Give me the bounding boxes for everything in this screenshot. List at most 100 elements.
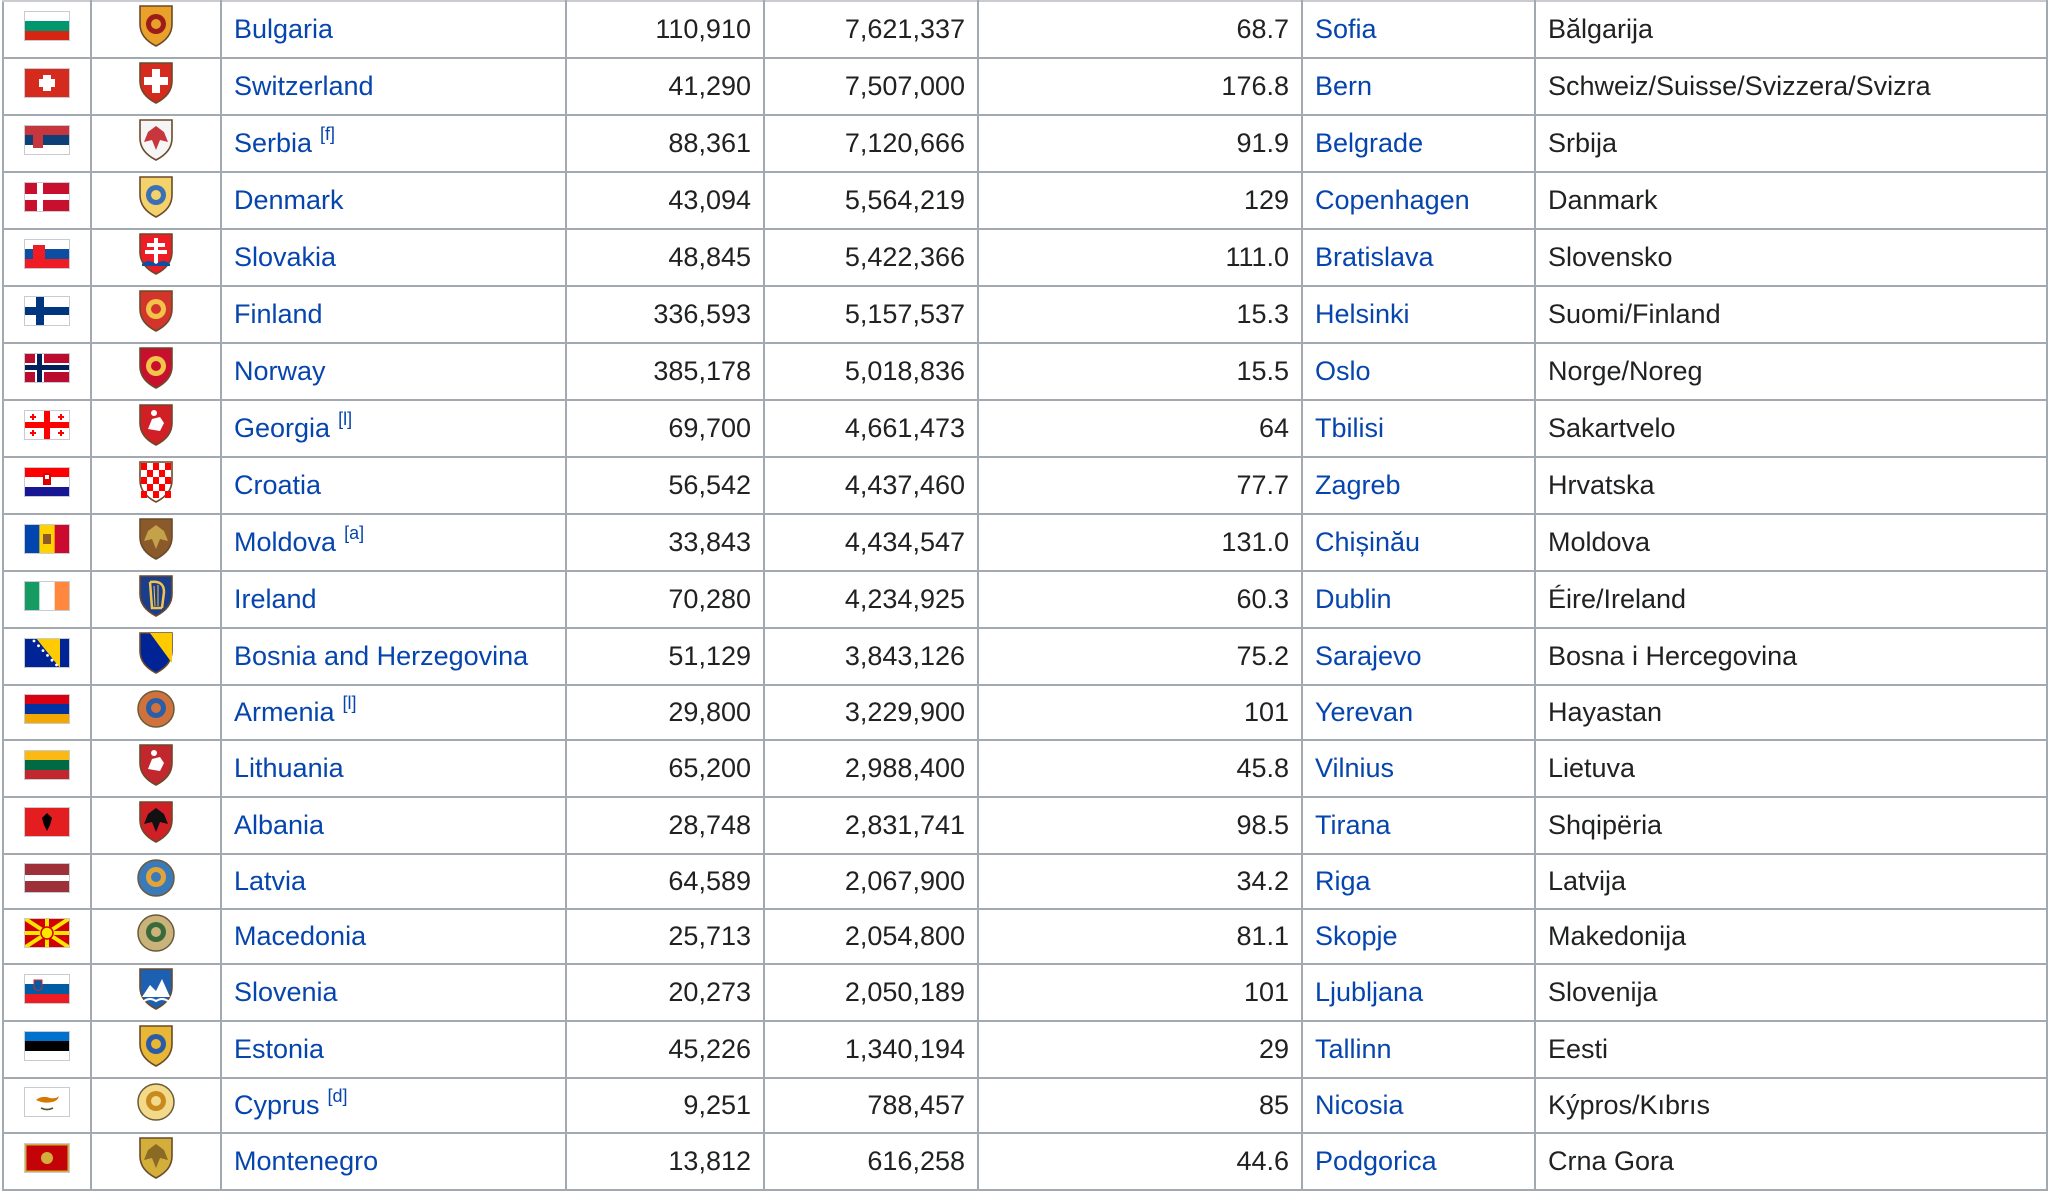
georgia-coat-of-arms-icon[interactable] [133, 402, 179, 455]
cyprus-coat-of-arms-icon[interactable] [133, 1080, 179, 1131]
capital-link[interactable]: Tbilisi [1315, 413, 1384, 443]
moldova-flag-icon[interactable] [24, 524, 71, 561]
switzerland-coat-of-arms-icon[interactable] [133, 60, 179, 113]
capital-link[interactable]: Bern [1315, 71, 1372, 101]
footnote-link[interactable]: [a] [344, 523, 364, 543]
area-cell: 88,361 [565, 114, 765, 173]
estonia-flag-icon[interactable] [24, 1031, 70, 1068]
country-link[interactable]: Denmark [234, 185, 344, 215]
lithuania-coat-of-arms-icon[interactable] [133, 742, 179, 795]
bosnia-coat-of-arms-icon[interactable] [133, 630, 179, 683]
ireland-flag-icon[interactable] [24, 581, 71, 618]
slovenia-flag-icon[interactable] [24, 974, 70, 1011]
country-link[interactable]: Latvia [234, 866, 306, 896]
capital-link[interactable]: Sofia [1315, 14, 1377, 44]
population-cell: 5,564,219 [763, 171, 979, 230]
norway-coat-of-arms-icon[interactable] [133, 345, 179, 398]
capital-link[interactable]: Dublin [1315, 584, 1392, 614]
lithuania-flag-icon[interactable] [24, 750, 70, 787]
croatia-coat-of-arms-icon[interactable] [133, 459, 179, 512]
country-link[interactable]: Estonia [234, 1034, 324, 1064]
latvia-flag-icon[interactable] [24, 863, 70, 900]
footnote-link[interactable]: [l] [343, 693, 357, 713]
serbia-coat-of-arms-icon[interactable] [133, 117, 179, 170]
bulgaria-flag-icon[interactable] [24, 11, 70, 48]
capital-link[interactable]: Helsinki [1315, 299, 1410, 329]
capital-link[interactable]: Vilnius [1315, 753, 1394, 783]
slovakia-coat-of-arms-icon[interactable] [133, 231, 179, 284]
armenia-flag-icon[interactable] [24, 694, 70, 731]
arms-cell [90, 114, 222, 173]
denmark-flag-icon[interactable] [24, 182, 70, 219]
flag-cell [2, 796, 92, 855]
population-cell: 5,422,366 [763, 228, 979, 287]
country-link[interactable]: Macedonia [234, 921, 366, 951]
finland-coat-of-arms-icon[interactable] [133, 288, 179, 341]
cyprus-flag-icon[interactable] [24, 1087, 70, 1124]
country-link[interactable]: Norway [234, 356, 326, 386]
bosnia-flag-icon[interactable] [24, 638, 70, 675]
montenegro-coat-of-arms-icon[interactable] [133, 1135, 179, 1188]
moldova-coat-of-arms-icon[interactable] [133, 516, 179, 569]
croatia-flag-icon[interactable] [24, 467, 70, 504]
population-cell: 3,229,900 [763, 684, 979, 741]
estonia-coat-of-arms-icon[interactable] [133, 1023, 179, 1076]
flag-cell [2, 285, 92, 344]
country-link[interactable]: Croatia [234, 470, 321, 500]
capital-link[interactable]: Tallinn [1315, 1034, 1392, 1064]
macedonia-flag-icon[interactable] [22, 916, 72, 955]
latvia-coat-of-arms-icon[interactable] [133, 856, 179, 907]
footnote-link[interactable]: [d] [328, 1086, 348, 1106]
arms-cell [90, 908, 222, 965]
capital-link[interactable]: Copenhagen [1315, 185, 1470, 215]
georgia-flag-icon[interactable] [24, 410, 70, 447]
country-link[interactable]: Albania [234, 810, 324, 840]
country-link[interactable]: Armenia [234, 697, 335, 727]
albania-flag-icon[interactable] [24, 807, 70, 844]
country-link[interactable]: Lithuania [234, 753, 344, 783]
capital-link[interactable]: Oslo [1315, 356, 1371, 386]
norway-flag-icon[interactable] [24, 353, 70, 390]
footnote-link[interactable]: [l] [338, 409, 352, 429]
capital-link[interactable]: Yerevan [1315, 697, 1413, 727]
capital-link[interactable]: Riga [1315, 866, 1371, 896]
ireland-coat-of-arms-icon[interactable] [133, 573, 179, 626]
country-link[interactable]: Slovakia [234, 242, 336, 272]
switzerland-flag-icon[interactable] [24, 68, 70, 105]
finland-flag-icon[interactable] [24, 296, 70, 333]
montenegro-flag-icon[interactable] [24, 1143, 70, 1180]
country-link[interactable]: Finland [234, 299, 323, 329]
albania-coat-of-arms-icon[interactable] [133, 799, 179, 852]
denmark-coat-of-arms-icon[interactable] [133, 174, 179, 227]
country-link[interactable]: Georgia [234, 413, 330, 443]
capital-link[interactable]: Ljubljana [1315, 977, 1423, 1007]
country-link[interactable]: Serbia [234, 128, 312, 158]
slovenia-coat-of-arms-icon[interactable] [133, 966, 179, 1019]
country-link[interactable]: Moldova [234, 527, 336, 557]
country-link[interactable]: Switzerland [234, 71, 374, 101]
country-link[interactable]: Bulgaria [234, 14, 333, 44]
capital-link[interactable]: Tirana [1315, 810, 1391, 840]
bulgaria-coat-of-arms-icon[interactable] [133, 3, 179, 56]
capital-link[interactable]: Bratislava [1315, 242, 1434, 272]
country-link[interactable]: Bosnia and Herzegovina [234, 641, 528, 671]
capital-link[interactable]: Nicosia [1315, 1090, 1404, 1120]
capital-link[interactable]: Sarajevo [1315, 641, 1422, 671]
capital-link[interactable]: Skopje [1315, 921, 1398, 951]
slovakia-flag-icon[interactable] [24, 239, 70, 276]
armenia-coat-of-arms-icon[interactable] [133, 687, 179, 738]
density-cell: 15.3 [977, 285, 1303, 344]
country-link[interactable]: Ireland [234, 584, 317, 614]
capital-link[interactable]: Belgrade [1315, 128, 1423, 158]
footnote-link[interactable]: [f] [320, 124, 335, 144]
country-link[interactable]: Cyprus [234, 1090, 320, 1120]
country-link[interactable]: Slovenia [234, 977, 338, 1007]
capital-link[interactable]: Zagreb [1315, 470, 1401, 500]
country-link[interactable]: Montenegro [234, 1146, 378, 1176]
serbia-flag-icon[interactable] [24, 125, 70, 162]
capital-link[interactable]: Chișinău [1315, 527, 1420, 557]
population-cell: 1,340,194 [763, 1020, 979, 1079]
macedonia-coat-of-arms-icon[interactable] [133, 911, 179, 962]
capital-link[interactable]: Podgorica [1315, 1146, 1437, 1176]
table-row: Norway 385,178 5,018,836 15.5 Oslo Norge… [2, 342, 2048, 401]
